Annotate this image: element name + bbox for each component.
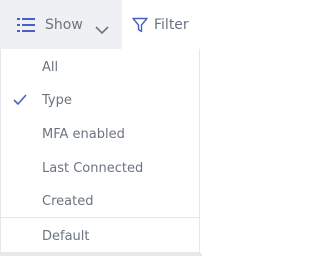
menu-item-label: Default bbox=[42, 228, 90, 244]
filter-button[interactable]: Filter bbox=[132, 0, 189, 50]
menu-item-label: Created bbox=[42, 193, 94, 209]
menu-item-last-connected[interactable]: Last Connected bbox=[1, 153, 199, 183]
show-label: Show bbox=[45, 17, 83, 33]
show-button[interactable]: Show bbox=[0, 0, 122, 50]
checkmark-icon bbox=[13, 94, 27, 106]
menu-item-label: Type bbox=[42, 92, 72, 108]
list-icon bbox=[17, 17, 35, 33]
menu-item-type[interactable]: Type bbox=[1, 85, 199, 115]
filter-label: Filter bbox=[154, 17, 189, 33]
menu-item-default[interactable]: Default bbox=[1, 221, 199, 251]
menu-item-mfa-enabled[interactable]: MFA enabled bbox=[1, 119, 199, 149]
menu-item-label: All bbox=[42, 59, 59, 75]
chevron-down-icon bbox=[95, 20, 109, 35]
funnel-icon bbox=[132, 17, 148, 33]
menu-divider bbox=[1, 217, 199, 218]
show-dropdown-menu: All Type MFA enabled Last Connected Crea… bbox=[0, 49, 200, 253]
menu-item-label: MFA enabled bbox=[42, 126, 125, 142]
toolbar: Show Filter bbox=[0, 0, 202, 50]
menu-item-created[interactable]: Created bbox=[1, 186, 199, 216]
menu-item-label: Last Connected bbox=[42, 160, 144, 176]
menu-item-all[interactable]: All bbox=[1, 52, 199, 82]
